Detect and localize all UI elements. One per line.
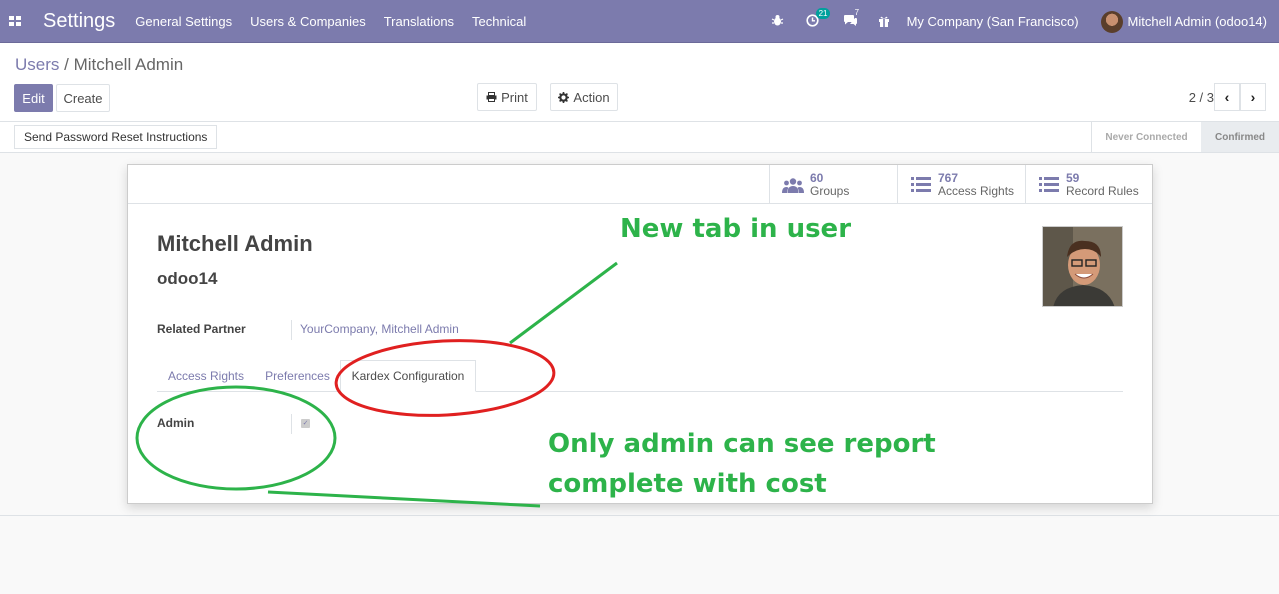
- print-label: Print: [501, 89, 528, 105]
- tab-access-rights[interactable]: Access Rights: [157, 360, 255, 392]
- control-panel: Users / Mitchell Admin Edit Create Print…: [0, 43, 1279, 122]
- messages-chat-icon[interactable]: 7: [843, 8, 859, 30]
- access-rights-count: 767: [938, 170, 959, 185]
- list-icon: [1038, 176, 1060, 194]
- chevron-left-icon: ‹: [1224, 89, 1230, 105]
- record-rules-count: 59: [1066, 170, 1080, 185]
- top-navbar: Settings General Settings Users & Compan…: [0, 0, 1279, 43]
- stage-never-connected: Never Connected: [1091, 122, 1201, 152]
- activity-clock-icon[interactable]: 21: [805, 7, 831, 30]
- access-rights-stat-button[interactable]: 767 Access Rights: [897, 165, 1025, 204]
- pager-next-button[interactable]: ›: [1240, 83, 1266, 111]
- admin-field-label: Admin: [157, 416, 195, 430]
- action-button[interactable]: Action: [550, 83, 618, 111]
- chevron-right-icon: ›: [1250, 89, 1256, 105]
- notebook-tabs: Access Rights Preferences Kardex Configu…: [157, 360, 1123, 392]
- groups-stat-button[interactable]: 60 Groups: [769, 165, 897, 204]
- printer-icon: [486, 92, 497, 102]
- annotation-admin-note: Only admin can see report complete with …: [548, 424, 936, 504]
- list-icon: [910, 176, 932, 194]
- messages-count-badge: 7: [854, 7, 860, 17]
- smart-button-box: 60 Groups 767 Access Rights 59 Record Ru…: [128, 165, 1152, 204]
- menu-users-companies[interactable]: Users & Companies: [250, 14, 366, 29]
- record-rules-stat-button[interactable]: 59 Record Rules: [1025, 165, 1152, 204]
- gift-icon[interactable]: [878, 14, 890, 30]
- breadcrumb-separator: /: [64, 55, 69, 74]
- pager-value[interactable]: 2 / 3: [1189, 90, 1214, 105]
- field-divider: [291, 414, 292, 434]
- users-icon: [782, 176, 804, 194]
- annotation-admin-note-line2: complete with cost: [548, 469, 827, 499]
- annotation-admin-note-line1: Only admin can see report: [548, 429, 936, 459]
- field-divider: [291, 320, 292, 340]
- user-photo[interactable]: [1042, 226, 1123, 307]
- breadcrumb: Users / Mitchell Admin: [15, 55, 183, 75]
- user-name-heading[interactable]: Mitchell Admin: [157, 231, 313, 257]
- access-rights-label: Access Rights: [938, 183, 1015, 198]
- tab-kardex-configuration[interactable]: Kardex Configuration: [340, 360, 476, 392]
- app-title[interactable]: Settings: [43, 10, 115, 33]
- send-password-reset-button[interactable]: Send Password Reset Instructions: [14, 125, 218, 149]
- edit-button[interactable]: Edit: [14, 84, 53, 112]
- company-switcher[interactable]: My Company (San Francisco): [907, 14, 1079, 29]
- related-partner-label: Related Partner: [157, 322, 246, 336]
- groups-label: Groups: [810, 183, 850, 198]
- status-bar: Send Password Reset Instructions Never C…: [0, 122, 1279, 153]
- gear-icon: [558, 91, 570, 103]
- user-menu[interactable]: Mitchell Admin (odoo14): [1128, 14, 1267, 29]
- related-partner-link[interactable]: YourCompany, Mitchell Admin: [300, 322, 459, 336]
- record-rules-label: Record Rules: [1066, 183, 1139, 198]
- breadcrumb-current: Mitchell Admin: [73, 55, 184, 74]
- user-login-heading[interactable]: odoo14: [157, 269, 217, 289]
- tab-preferences[interactable]: Preferences: [255, 360, 340, 392]
- print-button[interactable]: Print: [477, 83, 537, 111]
- menu-translations[interactable]: Translations: [384, 14, 454, 29]
- user-avatar[interactable]: [1100, 10, 1123, 33]
- menu-technical[interactable]: Technical: [472, 14, 526, 29]
- pager-previous-button[interactable]: ‹: [1214, 83, 1240, 111]
- action-label: Action: [573, 89, 610, 105]
- annotation-new-tab-text: New tab in user: [620, 214, 852, 244]
- menu-general-settings[interactable]: General Settings: [135, 14, 232, 29]
- breadcrumb-users-link[interactable]: Users: [15, 55, 59, 74]
- admin-checkbox[interactable]: ✓: [301, 419, 310, 428]
- create-button[interactable]: Create: [56, 84, 110, 112]
- stage-confirmed: Confirmed: [1201, 122, 1279, 152]
- groups-count: 60: [810, 170, 824, 185]
- debug-bug-icon[interactable]: [771, 14, 784, 30]
- apps-menu-icon[interactable]: [0, 0, 30, 43]
- activity-count-badge: 21: [815, 7, 831, 19]
